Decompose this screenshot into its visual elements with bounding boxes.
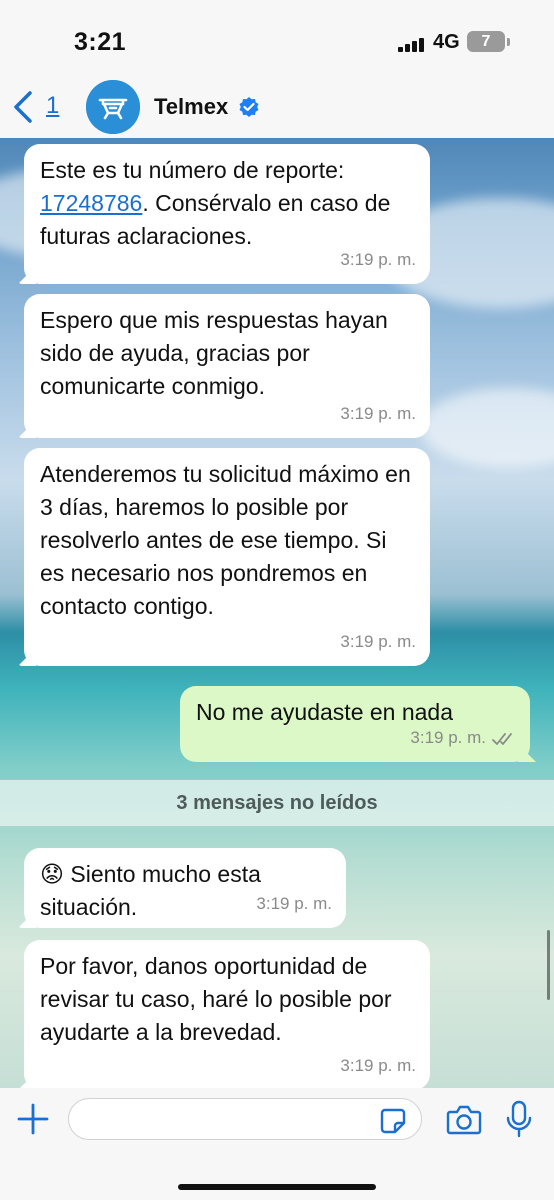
contact-name[interactable]: Telmex bbox=[154, 94, 228, 120]
outgoing-message-bubble[interactable]: No me ayudaste en nada 3:19 p. m. bbox=[180, 686, 536, 762]
message-time: 3:19 p. m. bbox=[410, 728, 486, 747]
message-text: Espero que mis respuestas hayan sido de … bbox=[40, 307, 388, 399]
microphone-icon[interactable] bbox=[506, 1100, 532, 1138]
message-time: 3:19 p. m. bbox=[256, 894, 332, 913]
incoming-message-bubble[interactable]: Atenderemos tu solicitud máximo en 3 día… bbox=[18, 448, 430, 666]
battery-cap bbox=[507, 38, 510, 46]
message-text: Por favor, danos oportunidad de revisar … bbox=[40, 953, 392, 1045]
incoming-message-bubble[interactable]: Espero que mis respuestas hayan sido de … bbox=[18, 294, 430, 438]
delivered-double-check-icon bbox=[492, 732, 512, 745]
camera-icon[interactable] bbox=[446, 1104, 482, 1136]
message-time: 3:19 p. m. bbox=[340, 632, 416, 651]
incoming-message-bubble[interactable]: Por favor, danos oportunidad de revisar … bbox=[18, 940, 430, 1088]
message-time: 3:19 p. m. bbox=[340, 250, 416, 269]
cellular-signal-icon bbox=[398, 38, 428, 52]
plus-icon[interactable] bbox=[16, 1102, 50, 1136]
message-time-row: 3:19 p. m. bbox=[410, 721, 516, 754]
battery-icon: 7 bbox=[467, 31, 505, 52]
message-input[interactable] bbox=[68, 1098, 422, 1140]
bubble-tail bbox=[18, 648, 36, 666]
telmex-logo-icon bbox=[86, 80, 140, 134]
bubble-tail bbox=[18, 1072, 36, 1088]
home-indicator[interactable] bbox=[178, 1184, 376, 1190]
sticker-icon[interactable] bbox=[380, 1108, 406, 1134]
incoming-message-bubble[interactable]: 😟 Siento mucho esta situación. 3:19 p. m… bbox=[18, 848, 346, 928]
back-unread-count[interactable]: 1 bbox=[46, 92, 59, 120]
chat-area[interactable]: Este es tu número de reporte: 17248786. … bbox=[0, 138, 554, 1088]
wallpaper-cloud bbox=[420, 388, 554, 468]
bubble-tail bbox=[518, 744, 536, 762]
message-text: Este es tu número de reporte: 17248786. … bbox=[40, 154, 414, 253]
bubble-tail bbox=[18, 910, 36, 928]
contact-avatar[interactable] bbox=[86, 80, 140, 134]
incoming-message-bubble[interactable]: Este es tu número de reporte: 17248786. … bbox=[18, 144, 430, 284]
status-bar: 3:21 4G 7 bbox=[0, 0, 554, 72]
bubble-tail bbox=[18, 420, 36, 438]
message-text-part: Este es tu número de reporte: bbox=[40, 157, 345, 183]
scroll-indicator[interactable] bbox=[547, 930, 550, 1000]
status-time: 3:21 bbox=[74, 28, 127, 56]
message-text: Atenderemos tu solicitud máximo en 3 día… bbox=[40, 461, 411, 619]
battery-level-text: 7 bbox=[481, 33, 491, 50]
message-time: 3:19 p. m. bbox=[340, 1056, 416, 1075]
network-type: 4G bbox=[433, 31, 460, 53]
verified-badge-icon bbox=[239, 97, 259, 117]
chat-header: 1 Telmex bbox=[0, 72, 554, 138]
back-chevron-icon[interactable] bbox=[10, 90, 38, 124]
bubble-tail bbox=[18, 266, 36, 284]
unread-messages-banner: 3 mensajes no leídos bbox=[0, 780, 554, 826]
message-input-bar bbox=[0, 1088, 554, 1200]
message-time: 3:19 p. m. bbox=[340, 404, 416, 423]
report-number-link[interactable]: 17248786 bbox=[40, 190, 142, 216]
